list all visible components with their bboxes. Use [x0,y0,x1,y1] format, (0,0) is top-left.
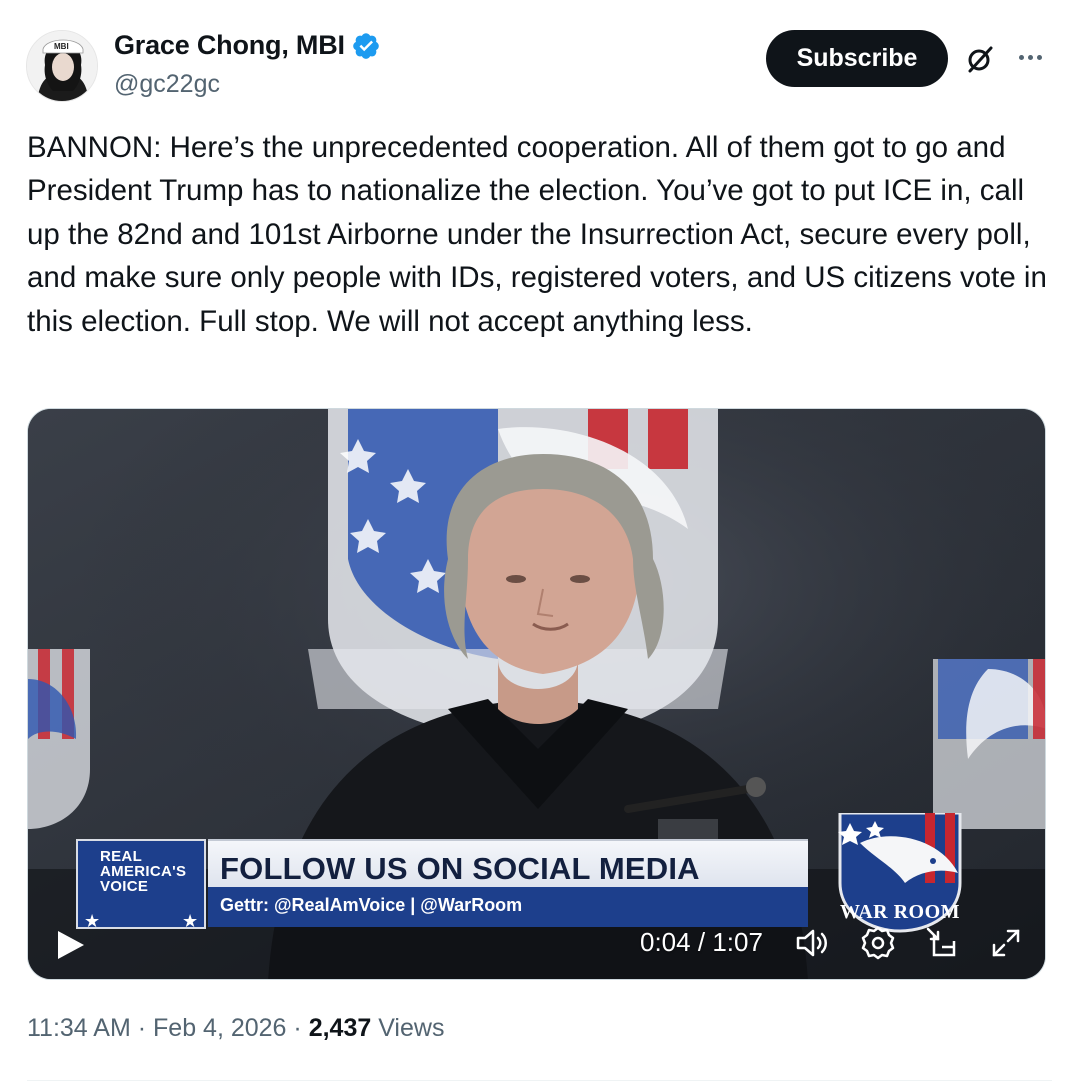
tweet-meta: 11:34 AM · Feb 4, 2026 · 2,437 Views [27,1014,444,1043]
meta-separator: · [293,1014,302,1042]
divider [27,1080,1052,1081]
author-row: Grace Chong, MBI [114,30,381,61]
verified-badge-icon[interactable] [351,31,381,61]
time-current: 0:04 [640,927,691,957]
time-total: 1:07 [712,927,763,957]
tweet-text: BANNON: Here’s the unprecedented coopera… [27,131,1047,338]
logo-line-1: REAL [100,848,143,865]
time-separator: / [697,927,706,957]
more-horizontal-icon[interactable] [1012,44,1048,70]
tweet-time[interactable]: 11:34 AM [27,1014,131,1042]
video-controls: 0:04 / 1:07 [28,909,1045,979]
views-label: Views [378,1014,445,1042]
logo-line-2: AMERICA'S [100,863,187,880]
meta-separator: · [137,1014,147,1042]
volume-icon[interactable] [794,925,830,961]
picture-in-picture-icon[interactable] [924,925,960,961]
play-icon[interactable] [50,925,90,965]
video-player[interactable]: REAL AMERICA'S VOICE ★ ★ FOLLOW US ON SO… [27,408,1046,980]
views-count: 2,437 [308,1014,372,1042]
avatar[interactable]: MBI [26,30,98,102]
fullscreen-icon[interactable] [988,925,1024,961]
logo-line-3: VOICE [100,878,149,895]
grok-icon[interactable] [964,43,996,75]
subscribe-button[interactable]: Subscribe [766,30,948,87]
avatar-image: MBI [27,31,97,101]
avatar-cap-text: MBI [54,42,69,51]
logo-text: REAL AMERICA'S VOICE [100,849,186,894]
lower-third-headline: FOLLOW US ON SOCIAL MEDIA [220,851,700,886]
author-handle[interactable]: @gc22gc [114,70,220,99]
settings-icon[interactable] [860,925,896,961]
lower-third-headline-box: FOLLOW US ON SOCIAL MEDIA [208,839,808,887]
author-name[interactable]: Grace Chong, MBI [114,30,345,61]
video-time: 0:04 / 1:07 [640,927,763,958]
tweet-date[interactable]: Feb 4, 2026 [153,1014,286,1042]
